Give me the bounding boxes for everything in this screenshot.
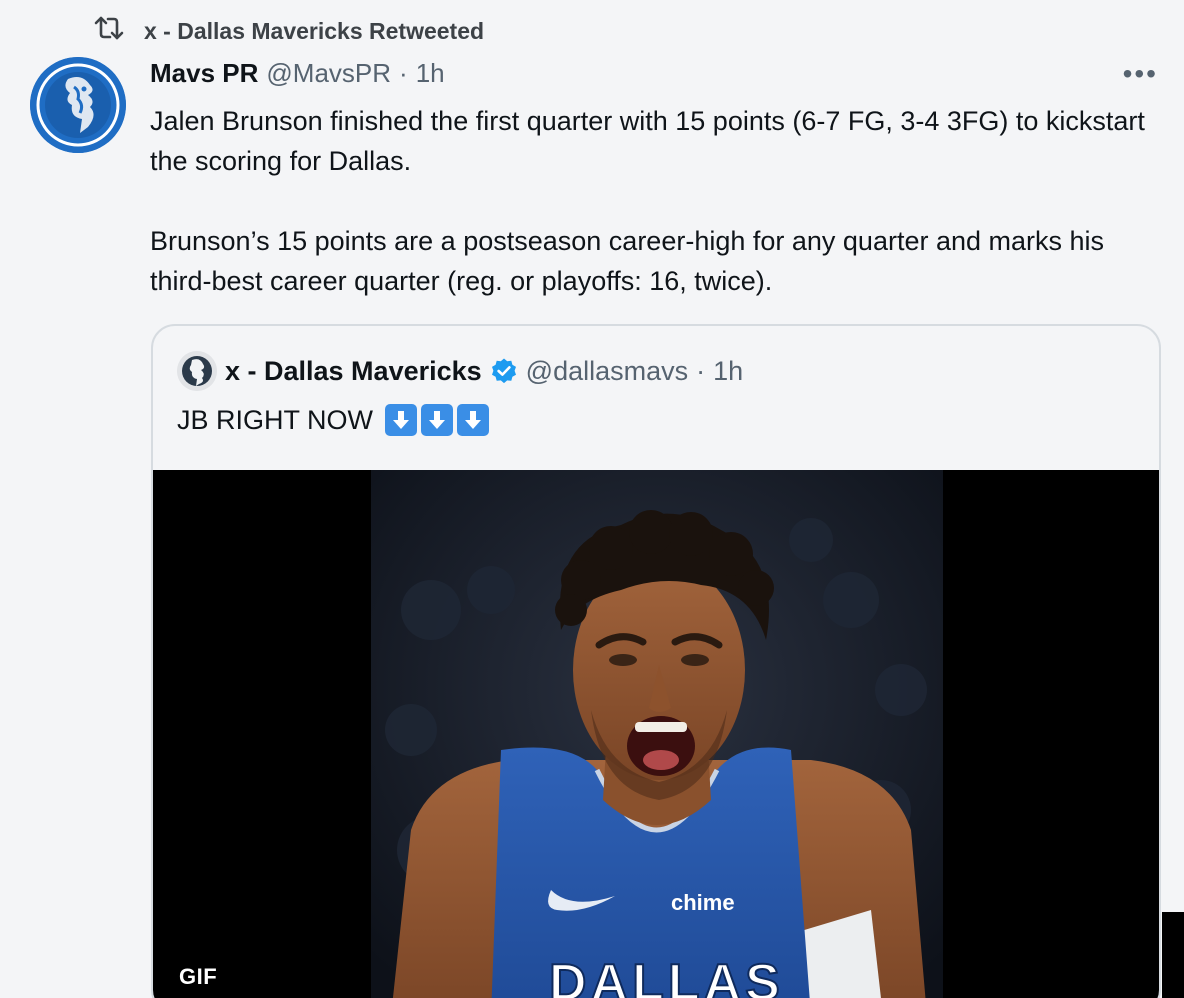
author-handle[interactable]: @MavsPR: [266, 58, 391, 89]
down-arrow-icon: [421, 404, 454, 436]
jersey-text: DALLAS: [549, 954, 784, 998]
gif-badge: GIF: [179, 964, 218, 989]
verified-badge-icon: [490, 357, 518, 385]
quoted-tweet-timestamp[interactable]: 1h: [713, 356, 743, 387]
quoted-tweet-body: JB RIGHT NOW: [177, 404, 374, 435]
tweet-timestamp[interactable]: 1h: [416, 58, 445, 89]
gif-player-image: chime DALLAS: [371, 470, 943, 998]
jersey-sponsor: chime: [671, 890, 735, 915]
header-separator: ·: [399, 58, 408, 88]
more-options-icon[interactable]: •••: [1123, 60, 1158, 88]
quoted-tweet-card[interactable]: x - Dallas Mavericks @dallasmavs · 1h JB…: [151, 324, 1161, 998]
author-name[interactable]: Mavs PR: [150, 58, 258, 89]
quoted-tweet-header: x - Dallas Mavericks @dallasmavs · 1h: [177, 351, 743, 391]
down-arrow-icon: [385, 404, 418, 436]
tweet-header: Mavs PR @MavsPR · 1h: [150, 58, 445, 92]
screenshot-edge: [1162, 912, 1184, 998]
retweet-icon: [92, 14, 126, 48]
retweet-indicator[interactable]: x - Dallas Mavericks Retweeted: [92, 16, 484, 46]
quoted-header-separator: ·: [696, 355, 706, 386]
tweet-body: Jalen Brunson finished the first quarter…: [150, 101, 1160, 301]
author-avatar[interactable]: [30, 57, 126, 153]
down-arrow-icon: [457, 404, 490, 436]
retweet-label: x - Dallas Mavericks Retweeted: [144, 17, 485, 44]
quoted-author-handle[interactable]: @dallasmavs: [526, 356, 688, 387]
tweet-paragraph: Jalen Brunson finished the first quarter…: [150, 106, 1145, 176]
quoted-author-avatar[interactable]: [177, 351, 217, 391]
quoted-author-name[interactable]: x - Dallas Mavericks: [225, 356, 482, 387]
gif-media[interactable]: chime DALLAS GIF: [153, 470, 1159, 998]
tweet-paragraph: Brunson’s 15 points are a postseason car…: [150, 226, 1105, 296]
quoted-tweet-text: JB RIGHT NOW: [177, 400, 490, 440]
